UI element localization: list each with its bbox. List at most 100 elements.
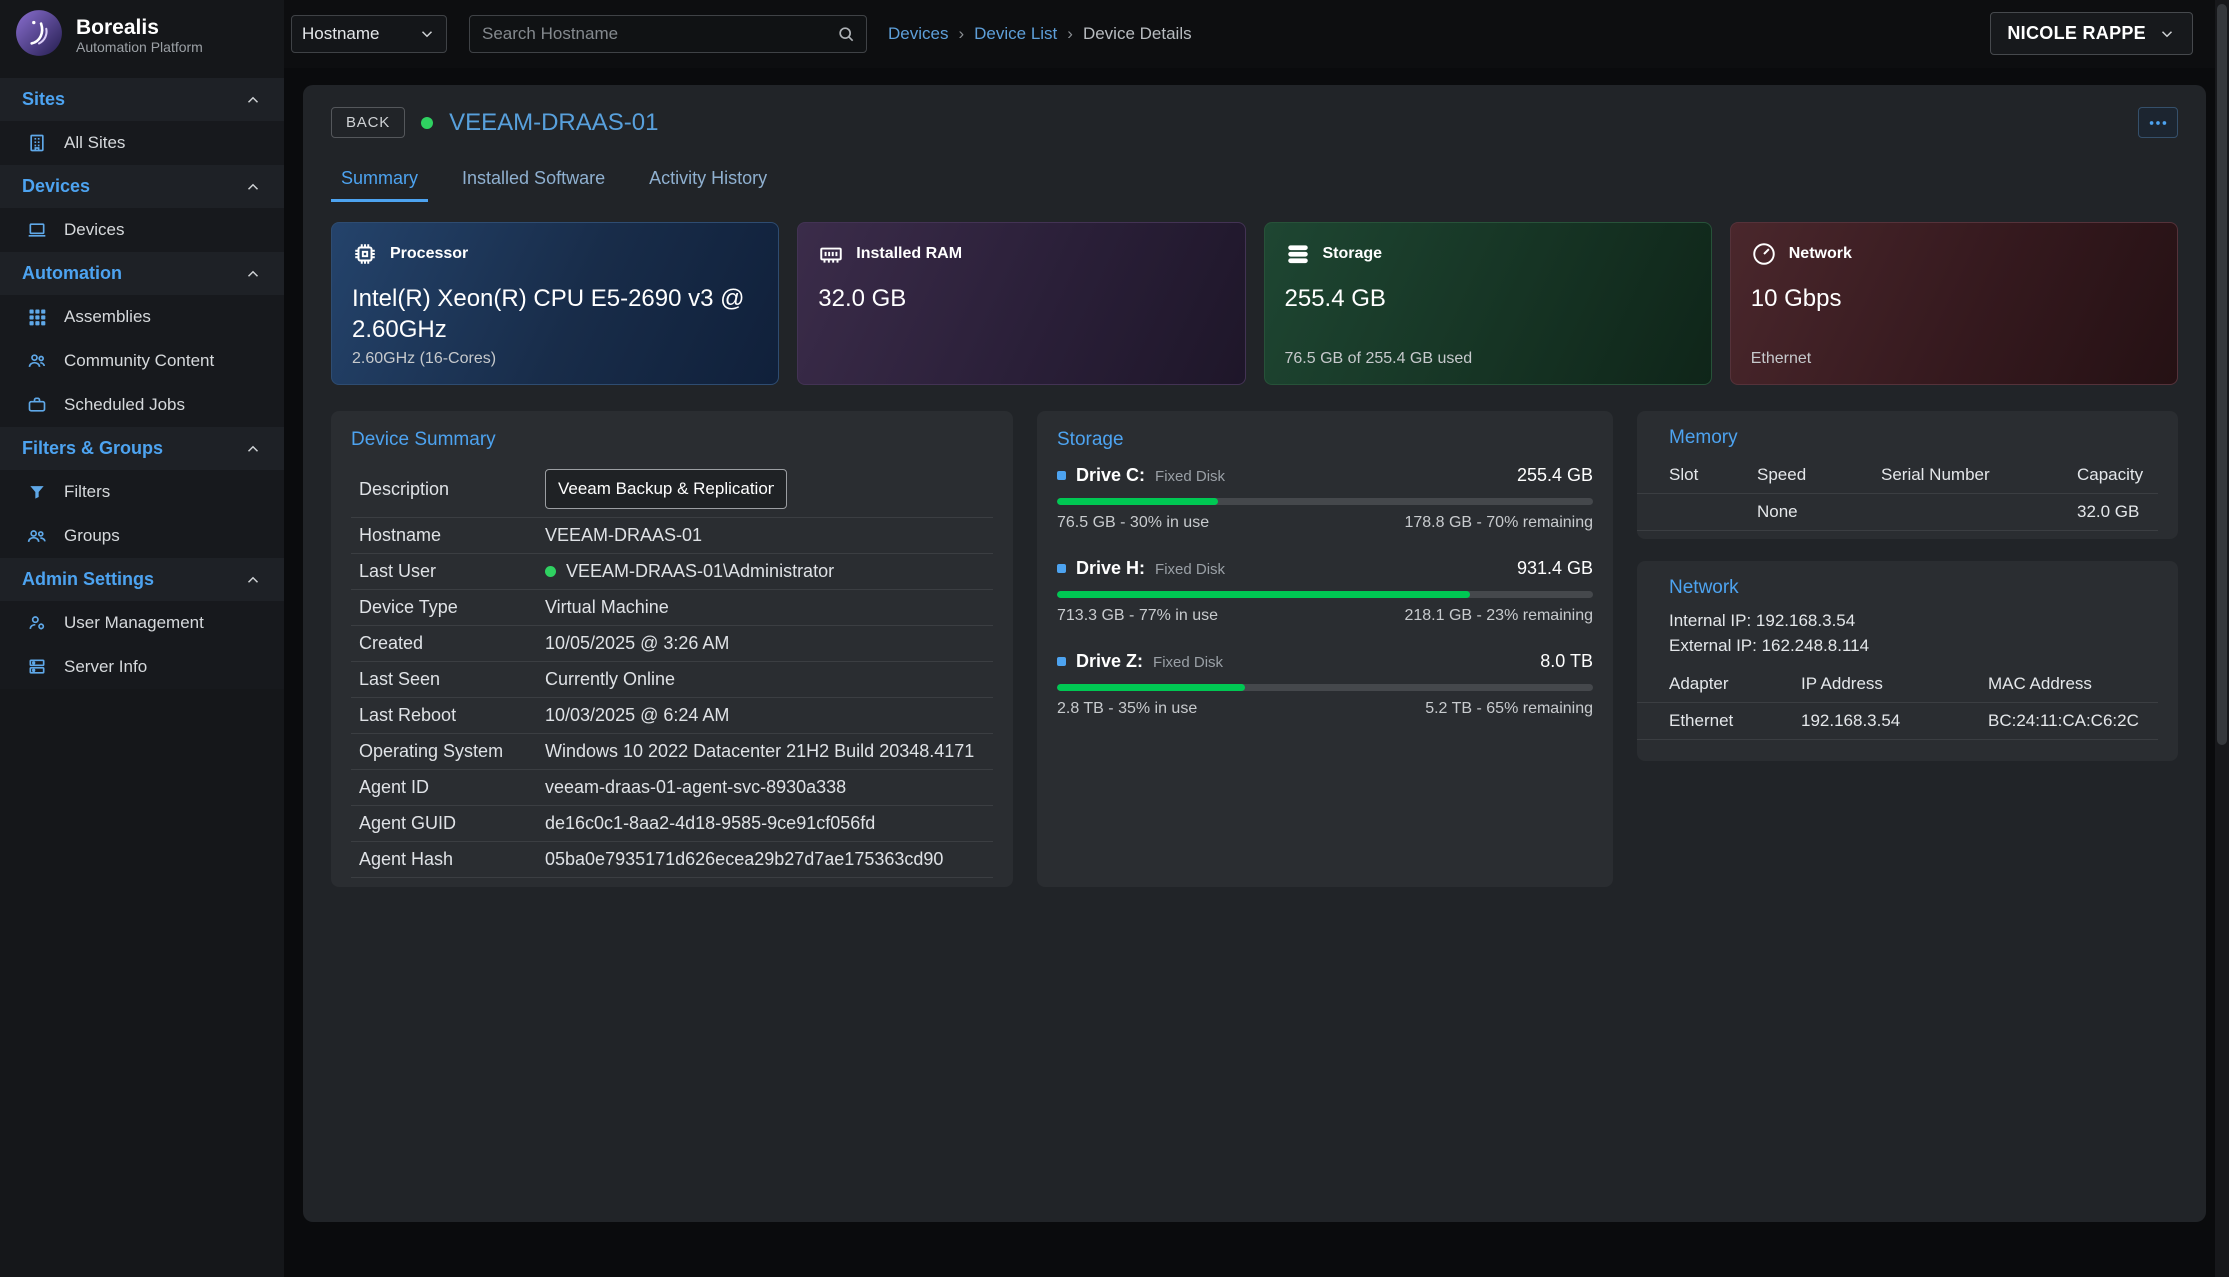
sidebar-section-devices[interactable]: Devices — [0, 165, 284, 208]
gauge-icon — [1751, 241, 1777, 267]
table-row: Agent Hash 05ba0e7935171d626ecea29b27d7a… — [351, 842, 993, 878]
storage-heading: Storage — [1037, 411, 1613, 461]
scrollbar[interactable] — [2215, 0, 2229, 1277]
drive-icon — [1057, 564, 1066, 573]
user-gear-icon — [26, 613, 48, 633]
tab-installed-software[interactable]: Installed Software — [452, 162, 615, 202]
breadcrumb-devices[interactable]: Devices — [888, 24, 948, 44]
brand: Borealis Automation Platform — [14, 8, 203, 63]
device-title: VEEAM-DRAAS-01 — [449, 109, 658, 137]
breadcrumb-separator: › — [1067, 24, 1073, 44]
sidebar-item-filters[interactable]: Filters — [0, 470, 284, 514]
cpu-icon — [352, 241, 378, 267]
breadcrumb-separator: › — [958, 24, 964, 44]
network-heading: Network — [1637, 561, 2178, 607]
detail-columns: Device Summary Description Hostname VEEA… — [331, 411, 2178, 887]
briefcase-icon — [26, 395, 48, 415]
table-row: Description — [351, 461, 993, 518]
filter-icon — [26, 482, 48, 502]
sidebar-item-groups[interactable]: Groups — [0, 514, 284, 558]
breadcrumb: Devices › Device List › Device Details — [888, 0, 1192, 68]
more-options-button[interactable] — [2138, 107, 2178, 138]
device-details-panel: BACK VEEAM-DRAAS-01 Summary Installed So… — [303, 85, 2206, 1222]
sidebar: Borealis Automation Platform Sites All S… — [0, 0, 284, 1277]
sidebar-item-user-management[interactable]: User Management — [0, 601, 284, 645]
storage-icon — [1285, 241, 1311, 267]
storage-card: Storage Drive C: Fixed Disk 255.4 GB 76.… — [1037, 411, 1613, 887]
building-icon — [26, 133, 48, 153]
ellipsis-icon — [2147, 112, 2169, 134]
chevron-up-icon — [244, 178, 262, 196]
breadcrumb-current: Device Details — [1083, 24, 1192, 44]
table-header-row: Adapter IP Address MAC Address — [1637, 666, 2158, 703]
ip-addresses: Internal IP: 192.168.3.54 External IP: 1… — [1637, 607, 2178, 666]
grid-icon — [26, 307, 48, 327]
chevron-up-icon — [244, 440, 262, 458]
sidebar-item-server-info[interactable]: Server Info — [0, 645, 284, 689]
sidebar-item-assemblies[interactable]: Assemblies — [0, 295, 284, 339]
description-input[interactable] — [545, 469, 787, 509]
drive-usage-bar — [1057, 591, 1593, 598]
stat-card-storage: Storage 255.4 GB 76.5 GB of 255.4 GB use… — [1264, 222, 1712, 385]
table-row: Agent ID veeam-draas-01-agent-svc-8930a3… — [351, 770, 993, 806]
internal-ip: Internal IP: 192.168.3.54 — [1669, 609, 2158, 634]
device-summary-table: Description Hostname VEEAM-DRAAS-01 Last… — [351, 461, 993, 878]
table-row: Last User VEEAM-DRAAS-01\Administrator — [351, 554, 993, 590]
brand-name: Borealis — [76, 16, 203, 39]
tab-activity-history[interactable]: Activity History — [639, 162, 777, 202]
ram-icon — [818, 241, 844, 267]
sidebar-item-devices[interactable]: Devices — [0, 208, 284, 252]
memory-table: Slot Speed Serial Number Capacity None 3… — [1637, 457, 2158, 531]
sidebar-item-community-content[interactable]: Community Content — [0, 339, 284, 383]
chevron-up-icon — [244, 571, 262, 589]
stat-card-network: Network 10 Gbps Ethernet — [1730, 222, 2178, 385]
search-icon[interactable] — [836, 24, 856, 44]
user-menu-button[interactable]: NICOLE RAPPE — [1990, 12, 2193, 55]
panel-header: BACK VEEAM-DRAAS-01 — [331, 107, 2178, 138]
external-ip: External IP: 162.248.8.114 — [1669, 634, 2158, 659]
sidebar-nav: Sites All Sites Devices Devices Automati… — [0, 78, 284, 689]
table-row: Agent GUID de16c0c1-8aa2-4d18-9585-9ce91… — [351, 806, 993, 842]
table-row: Last Seen Currently Online — [351, 662, 993, 698]
stat-card-processor: Processor Intel(R) Xeon(R) CPU E5-2690 v… — [331, 222, 779, 385]
brand-text: Borealis Automation Platform — [76, 16, 203, 55]
topbar: Hostname Devices › Device List › Device … — [0, 0, 2229, 68]
hostname-filter-label: Hostname — [302, 24, 379, 44]
drive-usage-fill — [1057, 498, 1218, 505]
search-input[interactable] — [480, 23, 836, 45]
brand-subtitle: Automation Platform — [76, 39, 203, 55]
drive-row: Drive H: Fixed Disk 931.4 GB 713.3 GB - … — [1057, 558, 1593, 625]
stat-cards: Processor Intel(R) Xeon(R) CPU E5-2690 v… — [331, 222, 2178, 385]
server-icon — [26, 657, 48, 677]
hostname-filter-select[interactable]: Hostname — [291, 15, 447, 53]
network-table: Adapter IP Address MAC Address Ethernet … — [1637, 666, 2158, 740]
table-row: None 32.0 GB — [1637, 494, 2158, 531]
drive-usage-bar — [1057, 684, 1593, 691]
chevron-down-icon — [2158, 25, 2176, 43]
table-row: Last Reboot 10/03/2025 @ 6:24 AM — [351, 698, 993, 734]
sidebar-section-admin-settings[interactable]: Admin Settings — [0, 558, 284, 601]
breadcrumb-device-list[interactable]: Device List — [974, 24, 1057, 44]
drive-usage-fill — [1057, 684, 1245, 691]
right-column: Memory Slot Speed Serial Number Capacity… — [1637, 411, 2178, 761]
groups-icon — [26, 526, 48, 546]
sidebar-section-filters-groups[interactable]: Filters & Groups — [0, 427, 284, 470]
stat-card-installed-ram: Installed RAM 32.0 GB — [797, 222, 1245, 385]
drive-icon — [1057, 657, 1066, 666]
scrollbar-thumb[interactable] — [2217, 4, 2227, 745]
chevron-up-icon — [244, 91, 262, 109]
sidebar-section-sites[interactable]: Sites — [0, 78, 284, 121]
sidebar-item-all-sites[interactable]: All Sites — [0, 121, 284, 165]
network-card: Network Internal IP: 192.168.3.54 Extern… — [1637, 561, 2178, 761]
borealis-logo — [14, 8, 64, 63]
memory-heading: Memory — [1637, 411, 2178, 457]
online-status-dot — [545, 566, 556, 577]
tab-summary[interactable]: Summary — [331, 162, 428, 202]
laptop-icon — [26, 220, 48, 240]
chevron-down-icon — [418, 25, 436, 43]
device-summary-card: Device Summary Description Hostname VEEA… — [331, 411, 1013, 887]
sidebar-item-scheduled-jobs[interactable]: Scheduled Jobs — [0, 383, 284, 427]
back-button[interactable]: BACK — [331, 107, 405, 138]
sidebar-section-automation[interactable]: Automation — [0, 252, 284, 295]
table-row: Device Type Virtual Machine — [351, 590, 993, 626]
